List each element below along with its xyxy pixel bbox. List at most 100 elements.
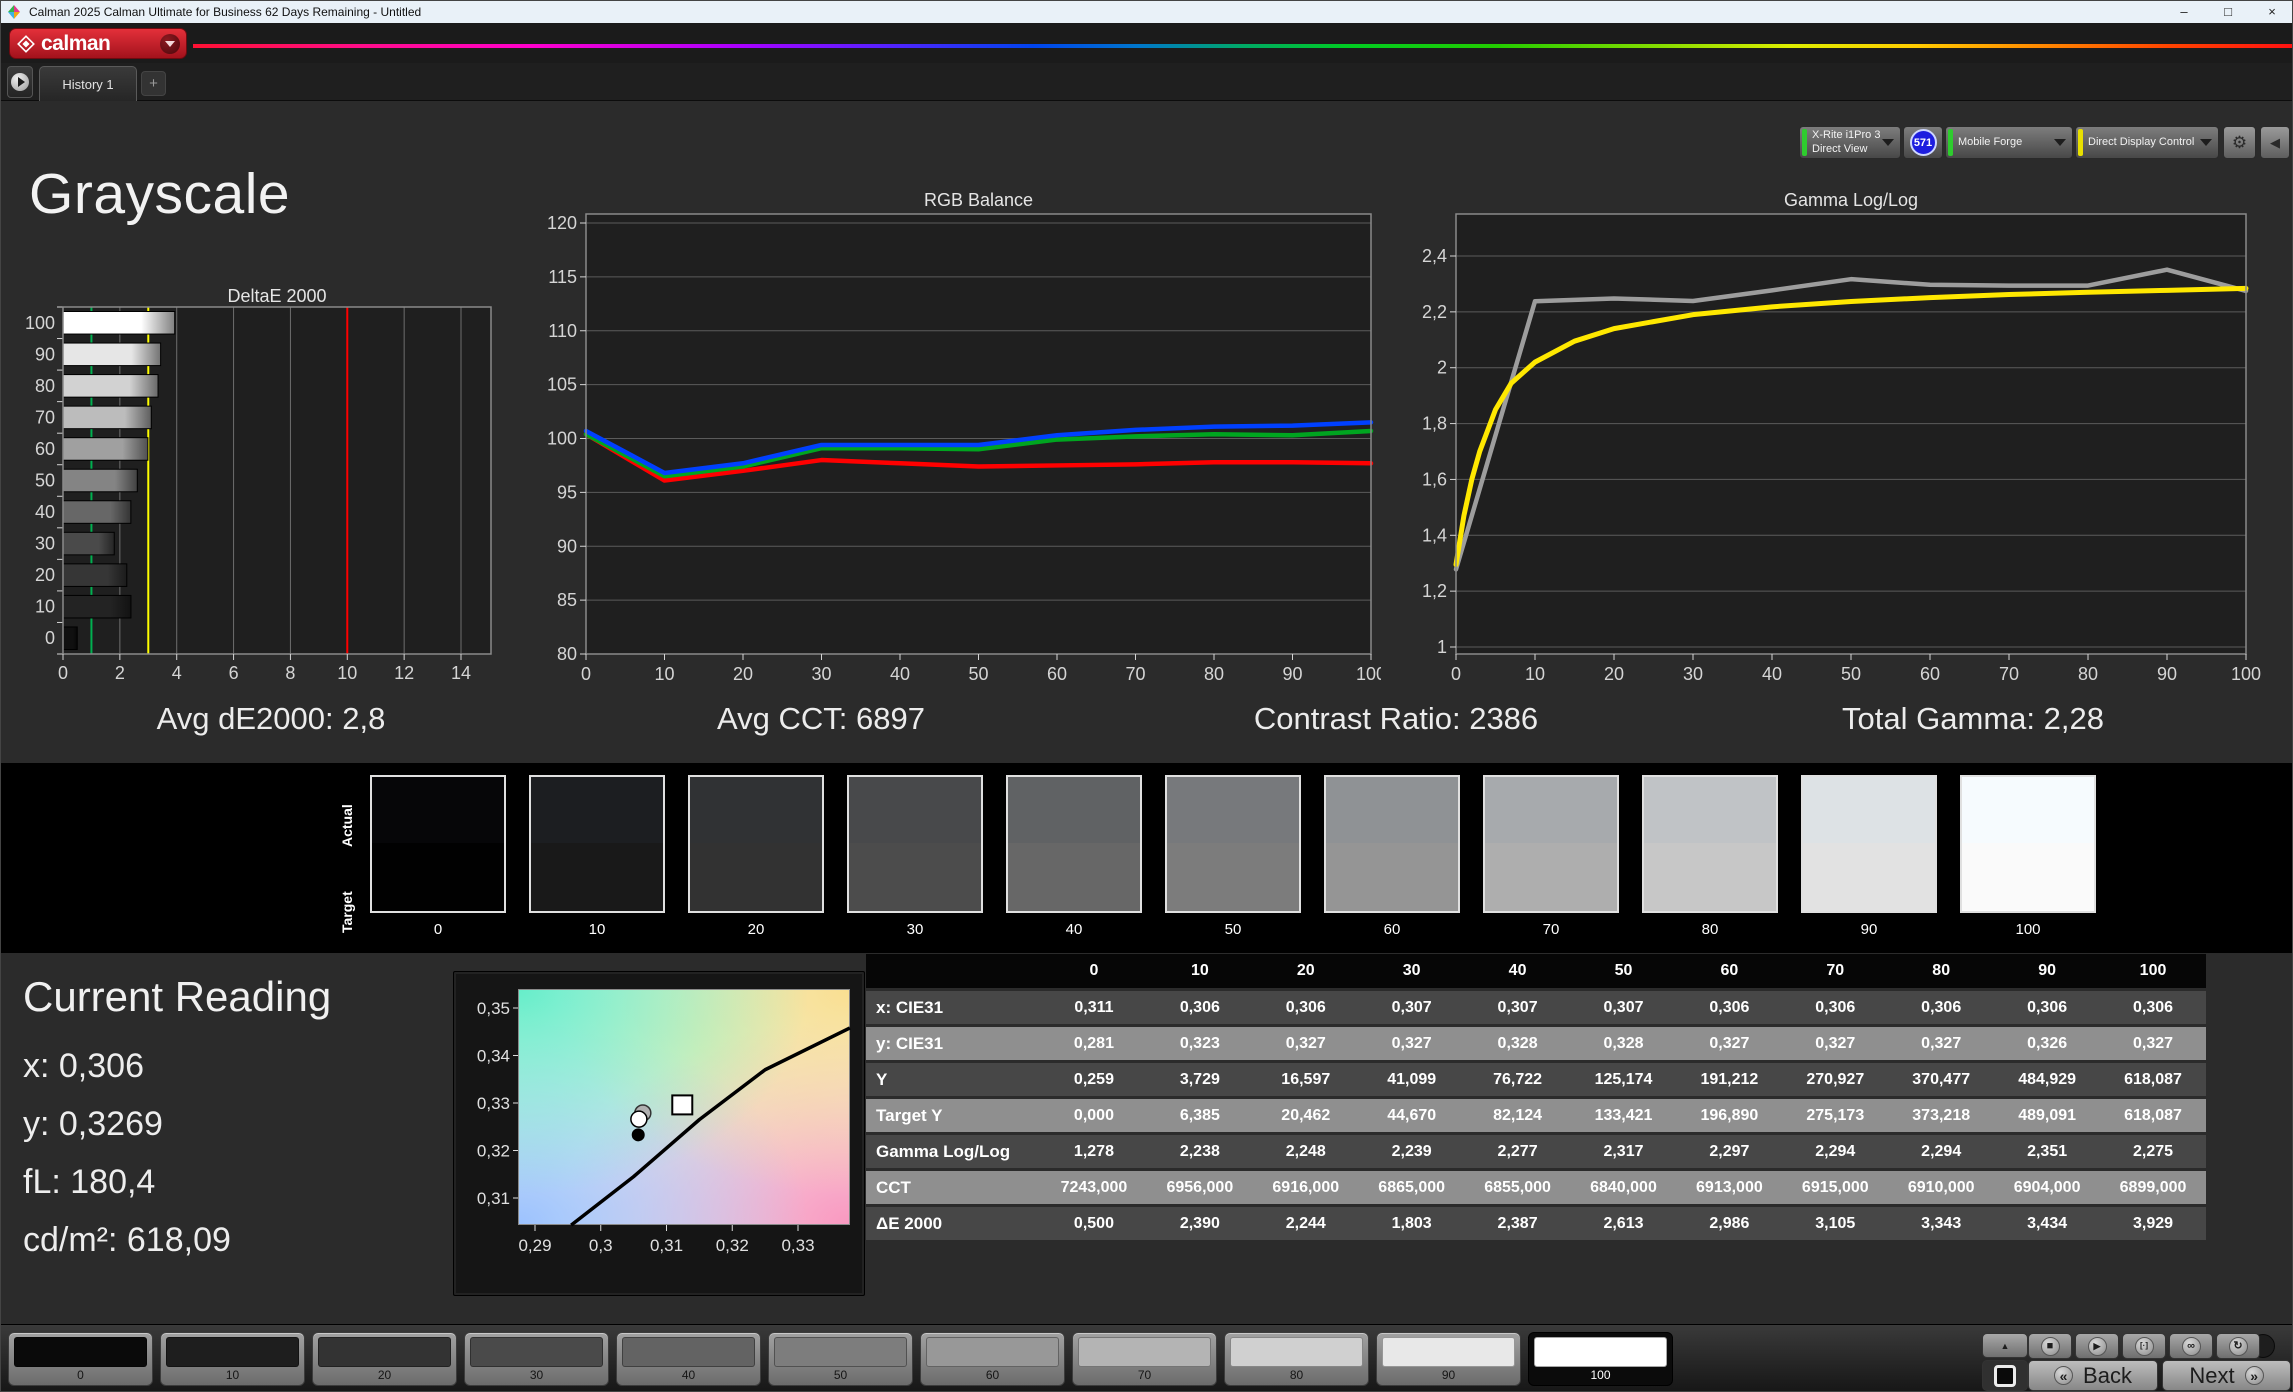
table-cell: 0,306 (1994, 991, 2100, 1024)
svg-text:70: 70 (1999, 664, 2019, 684)
collapse-panel-button[interactable]: ◀ (2260, 126, 2290, 159)
up-arrow-icon: ▲ (2001, 1341, 2010, 1351)
chevron-down-icon (1882, 139, 1894, 146)
tab-history-1[interactable]: History 1 (39, 66, 137, 101)
table-cell: 0,500 (1041, 1207, 1147, 1240)
meter-dropdown-i1pro3[interactable]: X-Rite i1Pro 3 Direct View (1799, 126, 1901, 159)
deltae-bar-60 (63, 438, 148, 461)
back-button[interactable]: « Back (2028, 1360, 2158, 1391)
target-swatch (1962, 843, 2094, 911)
pattern-window-up-button[interactable]: ▲ (1982, 1333, 2028, 1358)
maximize-button[interactable]: □ (2206, 1, 2250, 23)
table-cell: 2,387 (1465, 1207, 1571, 1240)
pattern-patch-100[interactable]: 100 (1528, 1332, 1673, 1386)
calman-window: Calman 2025 Calman Ultimate for Business… (0, 0, 2293, 1392)
minimize-button[interactable]: – (2162, 1, 2206, 23)
pattern-patch-90[interactable]: 90 (1376, 1332, 1521, 1386)
svg-text:DeltaE 2000: DeltaE 2000 (227, 286, 326, 306)
svg-text:50: 50 (1841, 664, 1861, 684)
refresh-button[interactable]: ↻ (2216, 1333, 2260, 1359)
swatch-level-label: 10 (529, 921, 665, 938)
table-cell: 270,927 (1782, 1063, 1888, 1096)
settings-button[interactable]: ⚙ (2223, 126, 2256, 159)
swatch-column-10: 10 (529, 775, 665, 938)
svg-text:6: 6 (229, 663, 239, 683)
refresh-icon: ↻ (2229, 1337, 2248, 1356)
page-title: Grayscale (29, 161, 290, 227)
daylight-locus-curve (571, 1028, 850, 1225)
svg-text:120: 120 (547, 213, 577, 233)
pattern-patch-30[interactable]: 30 (464, 1332, 609, 1386)
table-row-label: x: CIE31 (866, 991, 1041, 1024)
meter-dropdown-mobile-forge[interactable]: Mobile Forge (1945, 126, 2073, 159)
close-button[interactable]: × (2250, 1, 2293, 23)
table-cell: 0,327 (2100, 1027, 2206, 1060)
table-column-header: 0 (1041, 954, 1147, 988)
pattern-patch-40[interactable]: 40 (616, 1332, 761, 1386)
bracket-button[interactable]: [·] (2122, 1333, 2166, 1359)
stop-icon: ■ (2041, 1337, 2060, 1356)
table-column-header: 90 (1994, 954, 2100, 988)
table-cell: 0,281 (1041, 1027, 1147, 1060)
svg-text:0,34: 0,34 (477, 1047, 510, 1066)
stop-button[interactable]: ■ (2028, 1333, 2072, 1359)
meter1-line1: X-Rite i1Pro 3 (1812, 129, 1880, 141)
svg-text:14: 14 (451, 663, 471, 683)
svg-text:95: 95 (557, 482, 577, 502)
svg-text:30: 30 (35, 534, 55, 554)
table-cell: 0,306 (1888, 991, 1994, 1024)
target-row-label: Target (339, 869, 357, 955)
table-cell: 44,670 (1359, 1099, 1465, 1132)
tab-bar: History 1 + X-Rite i1Pro 3 Direct View 5… (1, 63, 2293, 101)
deltae-2000-bar-chart: DeltaE 200010090807060504030201000246810… (21, 284, 501, 694)
svg-text:70: 70 (35, 407, 55, 427)
table-cell: 82,124 (1465, 1099, 1571, 1132)
svg-text:0: 0 (1451, 664, 1461, 684)
table-cell: 0,306 (1782, 991, 1888, 1024)
history-play-button[interactable] (7, 66, 33, 98)
svg-text:90: 90 (2157, 664, 2177, 684)
contrast-ratio-stat: Contrast Ratio: 2386 (1254, 701, 1538, 737)
meter-dropdown-display-control[interactable]: Direct Display Control (2075, 126, 2219, 159)
table-row: x: CIE310,3110,3060,3060,3070,3070,3070,… (866, 991, 2206, 1024)
continuous-button[interactable]: ∞ (2169, 1333, 2213, 1359)
table-row-label: Y (866, 1063, 1041, 1096)
pattern-patch-80[interactable]: 80 (1224, 1332, 1369, 1386)
svg-text:40: 40 (1762, 664, 1782, 684)
table-row: ΔE 20000,5002,3902,2441,8032,3872,6132,9… (866, 1207, 2206, 1240)
pattern-patch-0[interactable]: 0 (8, 1332, 153, 1386)
swatch-column-80: 80 (1642, 775, 1778, 938)
play-button[interactable]: ▶ (2075, 1333, 2119, 1359)
table-cell: 2,239 (1359, 1135, 1465, 1168)
deltae-bar-70 (63, 406, 151, 429)
current-reading-title: Current Reading (23, 973, 331, 1021)
patch-label: 30 (465, 1368, 608, 1382)
next-button[interactable]: Next » (2162, 1360, 2291, 1391)
swatch-boxes: 0102030405060708090100 (370, 775, 2096, 938)
pattern-patch-50[interactable]: 50 (768, 1332, 913, 1386)
pattern-patch-70[interactable]: 70 (1072, 1332, 1217, 1386)
meter-count-button[interactable]: 571 (1903, 126, 1943, 159)
svg-text:80: 80 (1204, 664, 1224, 684)
chevrons-left-icon: « (2054, 1366, 2073, 1385)
deltae-bar-10 (63, 595, 131, 618)
pattern-window-button[interactable] (1982, 1360, 2028, 1391)
pattern-patch-10[interactable]: 10 (160, 1332, 305, 1386)
svg-text:0: 0 (45, 628, 55, 648)
play-icon: ▶ (2088, 1337, 2107, 1356)
avg-cct-stat: Avg CCT: 6897 (717, 701, 925, 737)
total-gamma-stat: Total Gamma: 2,28 (1842, 701, 2104, 737)
svg-text:60: 60 (35, 439, 55, 459)
pattern-patch-60[interactable]: 60 (920, 1332, 1065, 1386)
calman-menu-button[interactable]: calman (9, 28, 187, 59)
pattern-patch-20[interactable]: 20 (312, 1332, 457, 1386)
svg-text:70: 70 (1125, 664, 1145, 684)
patch-swatch (318, 1337, 451, 1367)
target-swatch (372, 843, 504, 911)
table-cell: 191,212 (1676, 1063, 1782, 1096)
table-cell: 2,294 (1888, 1135, 1994, 1168)
table-row-label: y: CIE31 (866, 1027, 1041, 1060)
swatch-level-label: 0 (370, 921, 506, 938)
add-tab-button[interactable]: + (141, 71, 166, 96)
svg-text:0,29: 0,29 (518, 1236, 551, 1255)
